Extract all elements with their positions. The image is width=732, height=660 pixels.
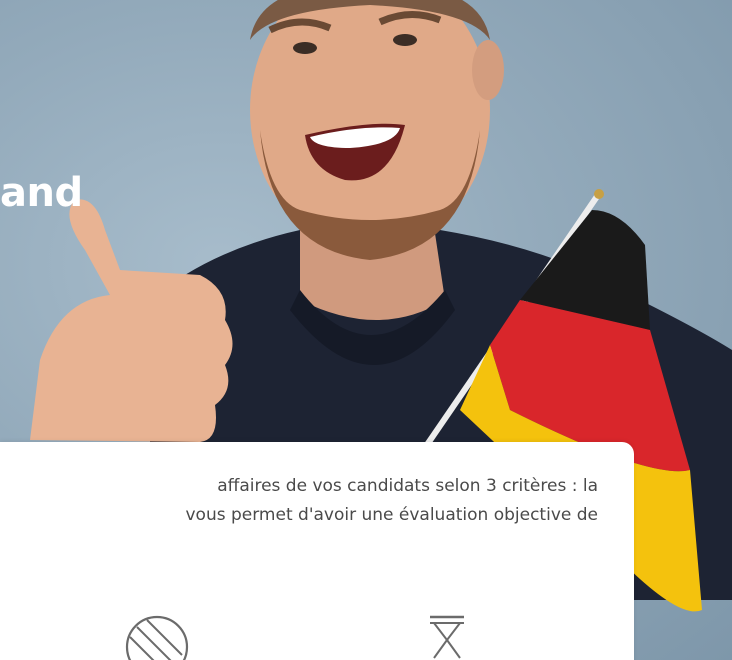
hero-title: and (0, 170, 83, 216)
card-text-line-1: affaires de vos candidats selon 3 critèr… (217, 476, 598, 496)
card-description: affaires de vos candidats selon 3 critèr… (0, 472, 599, 530)
info-card: affaires de vos candidats selon 3 critèr… (0, 442, 634, 660)
card-text-line-2: vous permet d'avoir une évaluation objec… (185, 505, 599, 525)
ball-badge-icon (122, 612, 192, 660)
hourglass-icon (426, 612, 468, 660)
